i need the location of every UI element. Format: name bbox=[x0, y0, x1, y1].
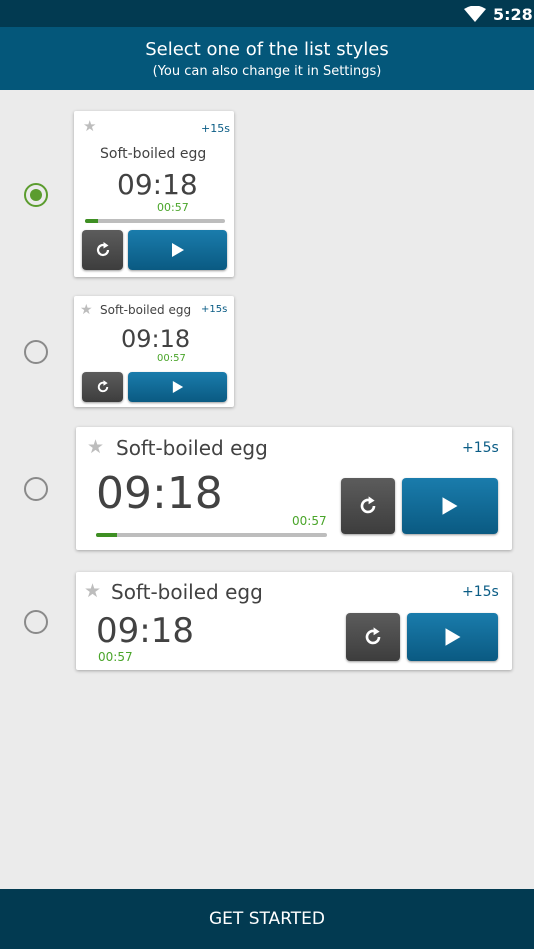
timer-time: 09:18 bbox=[117, 168, 198, 201]
plus-15s-button[interactable]: +15s bbox=[201, 123, 230, 134]
timer-time: 09:18 bbox=[121, 325, 191, 353]
plus-15s-button[interactable]: +15s bbox=[462, 585, 499, 599]
play-button[interactable] bbox=[128, 372, 227, 402]
style-3-radio[interactable] bbox=[24, 477, 48, 501]
page-subtitle: (You can also change it in Settings) bbox=[152, 64, 382, 79]
timer-name: Soft-boiled egg bbox=[100, 303, 192, 317]
reset-button[interactable] bbox=[82, 372, 123, 402]
timer-time: 09:18 bbox=[96, 611, 194, 651]
progress-fill bbox=[96, 533, 117, 537]
get-started-button[interactable]: GET STARTED bbox=[0, 889, 534, 949]
status-time: 5:28 bbox=[493, 5, 533, 24]
refresh-icon bbox=[360, 496, 376, 514]
progress-bar bbox=[85, 219, 225, 223]
plus-15s-button[interactable]: +15s bbox=[201, 305, 227, 315]
style-4-radio[interactable] bbox=[24, 610, 48, 634]
play-button[interactable] bbox=[407, 613, 498, 661]
style-2-card[interactable]: ★ Soft-boiled egg +15s 09:18 00:57 bbox=[74, 296, 234, 407]
star-icon[interactable]: ★ bbox=[87, 438, 104, 457]
style-1-radio[interactable] bbox=[24, 183, 48, 207]
wifi-icon bbox=[464, 6, 486, 22]
style-2-radio[interactable] bbox=[24, 340, 48, 364]
reset-button[interactable] bbox=[346, 613, 400, 661]
status-bar: 5:28 bbox=[0, 0, 534, 27]
remaining-time: 00:57 bbox=[157, 353, 186, 364]
remaining-time: 00:57 bbox=[292, 514, 327, 528]
remaining-time: 00:57 bbox=[157, 201, 189, 214]
refresh-icon bbox=[96, 242, 109, 257]
timer-name: Soft-boiled egg bbox=[100, 146, 207, 162]
play-icon bbox=[442, 497, 458, 515]
reset-button[interactable] bbox=[82, 230, 123, 270]
timer-name: Soft-boiled egg bbox=[111, 580, 263, 604]
get-started-label: GET STARTED bbox=[209, 909, 325, 929]
star-icon[interactable]: ★ bbox=[80, 303, 93, 317]
play-button[interactable] bbox=[128, 230, 227, 270]
progress-fill bbox=[85, 219, 98, 223]
play-icon bbox=[172, 381, 183, 393]
reset-button[interactable] bbox=[341, 478, 395, 534]
refresh-icon bbox=[365, 627, 381, 645]
timer-name: Soft-boiled egg bbox=[116, 436, 268, 460]
remaining-time: 00:57 bbox=[98, 650, 133, 664]
style-4-card[interactable]: ★ Soft-boiled egg +15s 09:18 00:57 bbox=[76, 572, 512, 670]
progress-bar bbox=[96, 533, 327, 537]
style-1-card[interactable]: ★ +15s Soft-boiled egg 09:18 00:57 bbox=[74, 111, 234, 277]
style-3-card[interactable]: ★ Soft-boiled egg +15s 09:18 00:57 bbox=[76, 427, 512, 550]
header: Select one of the list styles (You can a… bbox=[0, 27, 534, 90]
star-icon[interactable]: ★ bbox=[84, 582, 101, 601]
plus-15s-button[interactable]: +15s bbox=[462, 441, 499, 455]
play-icon bbox=[171, 243, 184, 257]
play-icon bbox=[445, 628, 460, 646]
page-title: Select one of the list styles bbox=[145, 39, 389, 60]
refresh-icon bbox=[97, 380, 108, 393]
timer-time: 09:18 bbox=[96, 468, 223, 519]
star-icon[interactable]: ★ bbox=[83, 119, 96, 134]
play-button[interactable] bbox=[402, 478, 498, 534]
